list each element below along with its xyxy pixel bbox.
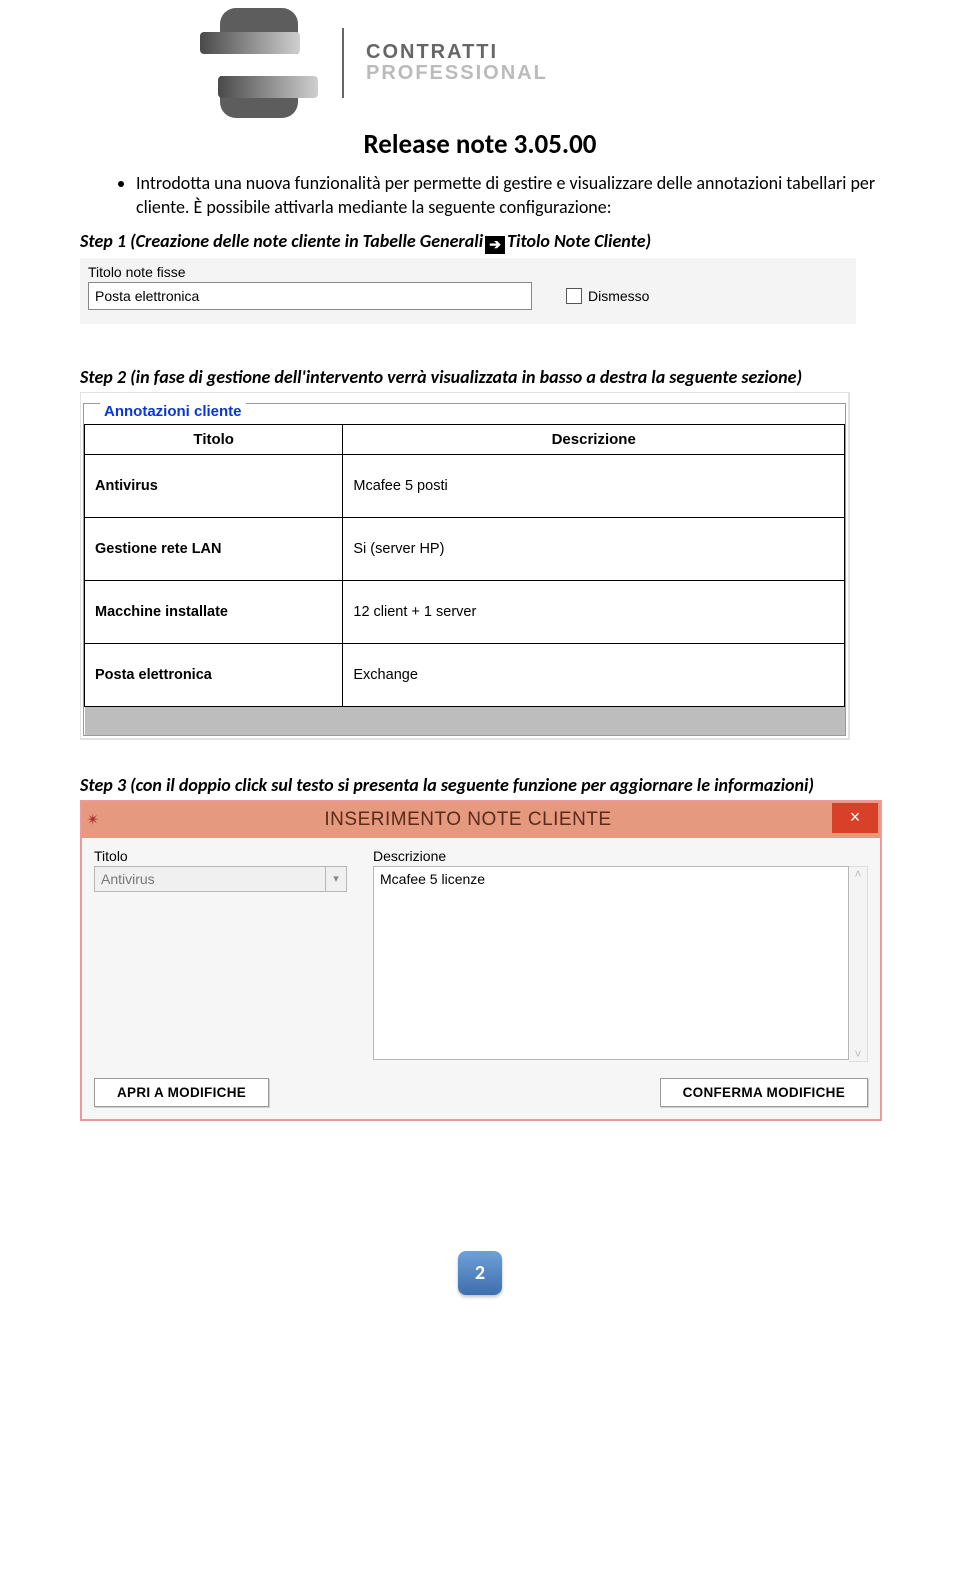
step1-suffix: Titolo Note Cliente) (507, 230, 651, 252)
descrizione-textarea[interactable] (373, 866, 849, 1060)
page-number-badge: 2 (458, 1251, 502, 1295)
step2-heading: Step 2 (in fase di gestione dell'interve… (80, 366, 880, 388)
checkbox-box-icon (566, 288, 582, 304)
brand-line1: CONTRATTI (366, 42, 548, 63)
table-row[interactable]: Posta elettronica Exchange (85, 643, 845, 706)
cell-descrizione: Exchange (343, 643, 845, 706)
step3-heading: Step 3 (con il doppio click sul testo si… (80, 774, 880, 796)
chevron-down-icon: ▾ (326, 866, 347, 892)
step1-heading: Step 1 (Creazione delle note cliente in … (80, 230, 880, 254)
titolo-label: Titolo (94, 848, 347, 864)
scroll-up-icon: ˄ (854, 867, 861, 881)
brand-logo-text: CONTRATTI PROFESSIONAL (366, 42, 548, 84)
conferma-modifiche-button[interactable]: CONFERMA MODIFICHE (660, 1078, 868, 1107)
close-button[interactable]: × (832, 803, 878, 833)
screenshot-step2: Annotazioni cliente Titolo Descrizione A… (80, 392, 850, 740)
annotazioni-table: Titolo Descrizione Antivirus Mcafee 5 po… (84, 424, 845, 735)
screenshot-step1: Titolo note fisse Dismesso (80, 258, 856, 324)
cell-descrizione: Si (server HP) (343, 517, 845, 580)
titolo-combobox-input[interactable] (94, 866, 326, 892)
dialog-app-icon: ✴ (82, 810, 104, 830)
textarea-scrollbar[interactable]: ˄ ˅ (849, 866, 868, 1062)
dialog-titlebar: ✴ INSERIMENTO NOTE CLIENTE × (82, 802, 880, 838)
cell-titolo: Antivirus (85, 454, 343, 517)
page-title: Release note 3.05.00 (80, 128, 880, 161)
logo-divider (342, 28, 344, 98)
dismesso-checkbox[interactable]: Dismesso (566, 288, 649, 304)
cell-descrizione: Mcafee 5 posti (343, 454, 845, 517)
table-row[interactable]: Macchine installate 12 client + 1 server (85, 580, 845, 643)
cell-titolo: Posta elettronica (85, 643, 343, 706)
titolo-combobox[interactable]: ▾ (94, 866, 347, 892)
document-header: CONTRATTI PROFESSIONAL (200, 0, 880, 118)
titolo-note-fisse-input[interactable] (88, 282, 532, 310)
titolo-note-fisse-label: Titolo note fisse (88, 264, 848, 280)
intro-bullet-list: Introdotta una nuova funzionalità per pe… (80, 171, 880, 220)
dismesso-label: Dismesso (588, 288, 649, 304)
scroll-down-icon: ˅ (854, 1047, 861, 1061)
brand-logo-mark (200, 8, 320, 118)
col-titolo-header: Titolo (85, 424, 343, 454)
dialog-title: INSERIMENTO NOTE CLIENTE (104, 809, 832, 831)
cell-titolo: Macchine installate (85, 580, 343, 643)
brand-line2: PROFESSIONAL (366, 63, 548, 84)
page-footer: 2 (80, 1251, 880, 1295)
annotazioni-legend: Annotazioni cliente (100, 403, 246, 420)
screenshot-step3: ✴ INSERIMENTO NOTE CLIENTE × Titolo ▾ De… (80, 800, 882, 1121)
close-icon: × (850, 807, 861, 827)
table-spacer (85, 706, 845, 735)
table-row[interactable]: Antivirus Mcafee 5 posti (85, 454, 845, 517)
col-descrizione-header: Descrizione (343, 424, 845, 454)
intro-bullet: Introdotta una nuova funzionalità per pe… (136, 171, 880, 220)
table-row[interactable]: Gestione rete LAN Si (server HP) (85, 517, 845, 580)
descrizione-label: Descrizione (373, 848, 868, 864)
cell-descrizione: 12 client + 1 server (343, 580, 845, 643)
apri-a-modifiche-button[interactable]: APRI A MODIFICHE (94, 1078, 269, 1107)
arrow-right-icon: ➔ (485, 236, 505, 254)
step1-prefix: Step 1 (Creazione delle note cliente in … (80, 230, 483, 252)
cell-titolo: Gestione rete LAN (85, 517, 343, 580)
